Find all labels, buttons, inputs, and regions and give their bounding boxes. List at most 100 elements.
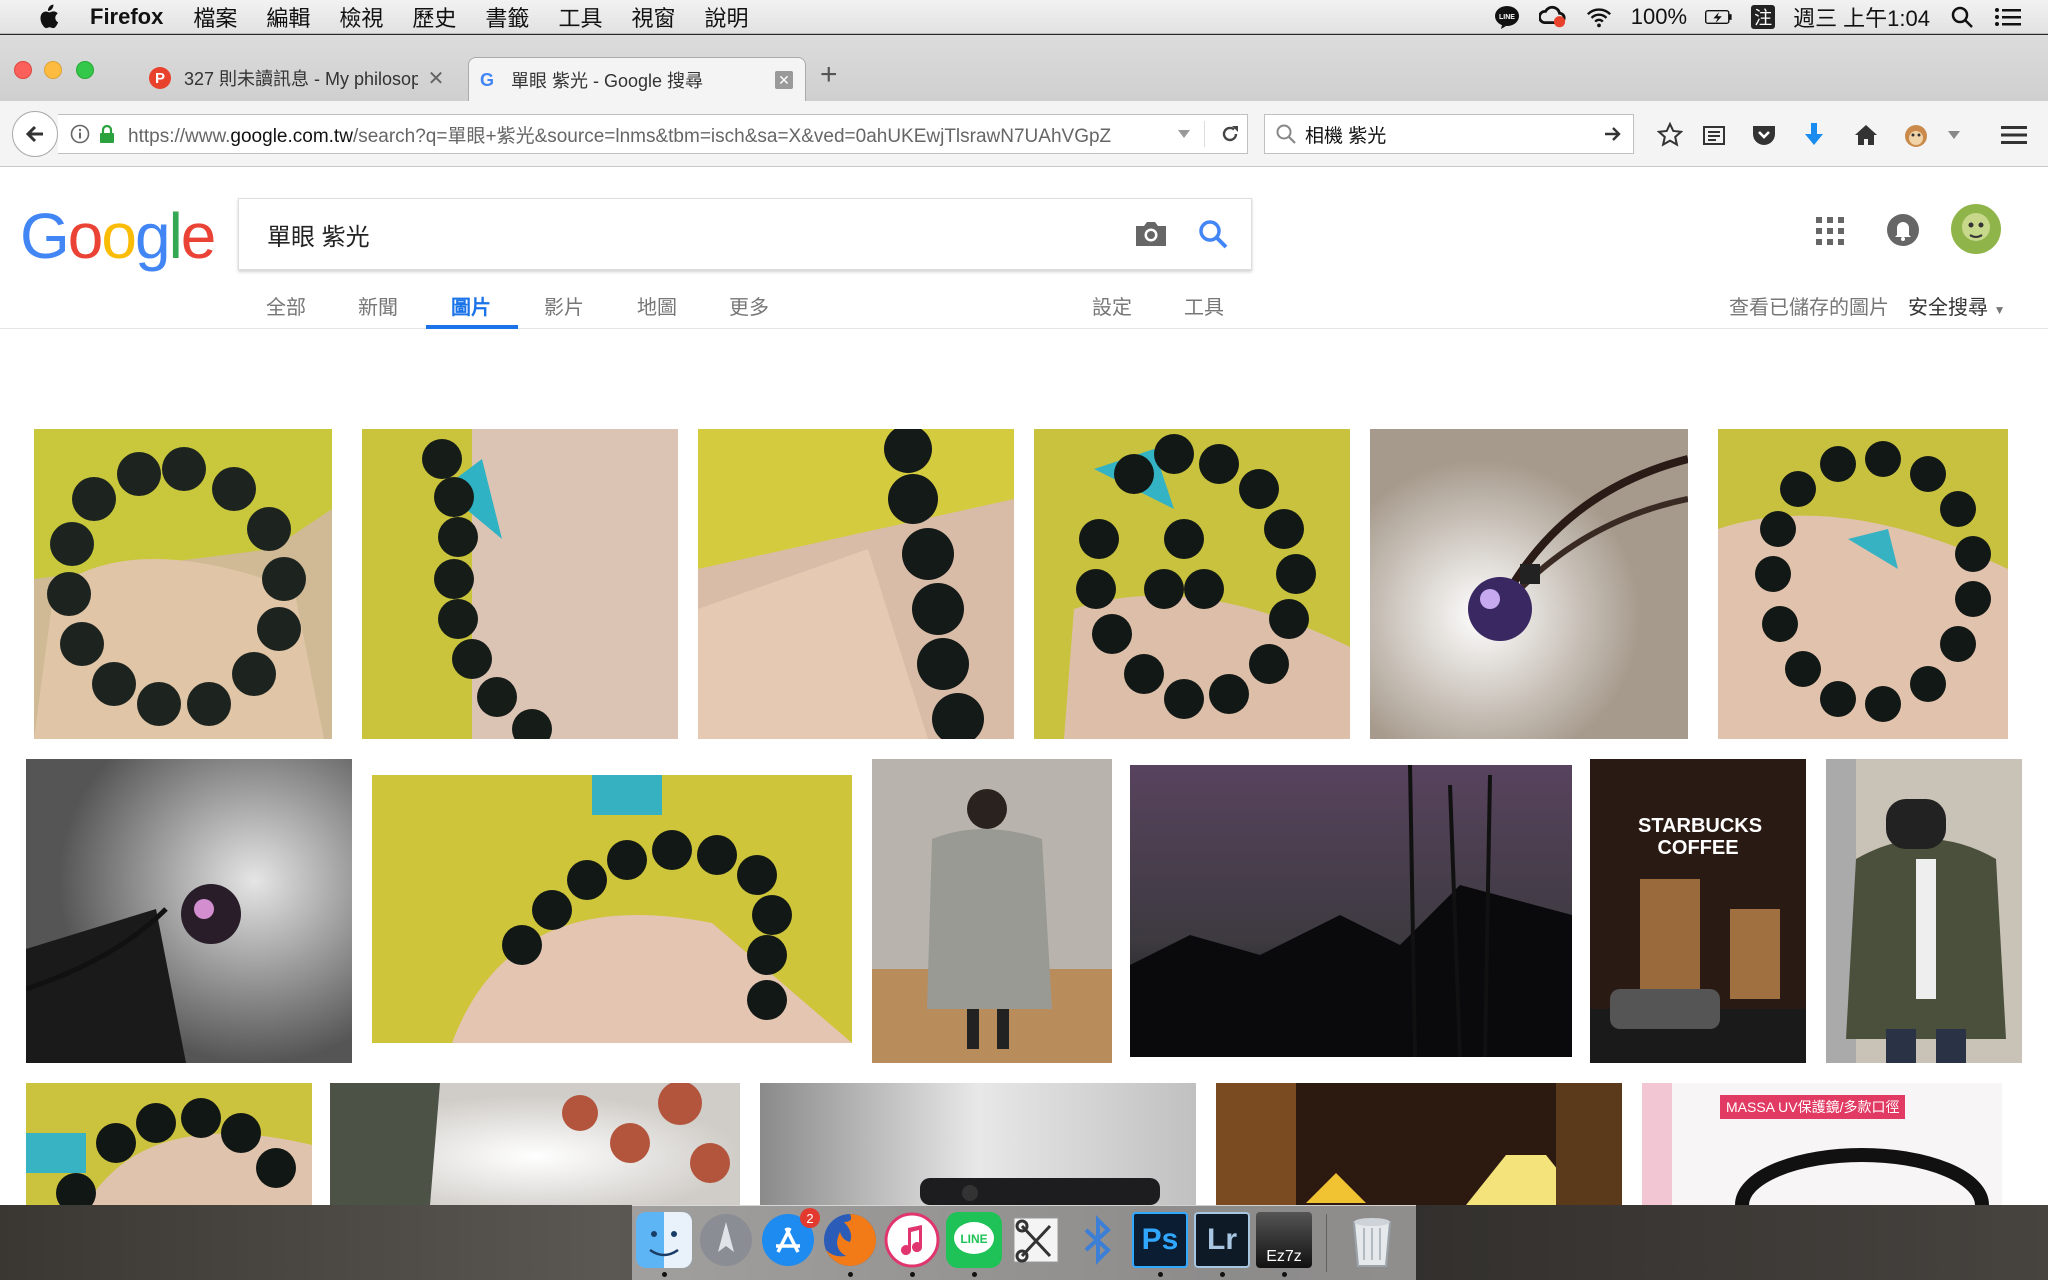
- battery-icon[interactable]: [1705, 3, 1733, 31]
- apple-icon[interactable]: [34, 3, 62, 31]
- monkey-extension-icon[interactable]: [1900, 119, 1932, 151]
- pocket-icon[interactable]: [1748, 119, 1780, 151]
- tab-google-search[interactable]: G 單眼 紫光 - Google 搜尋 ✕: [468, 57, 806, 102]
- line-app-icon[interactable]: LINE: [946, 1212, 1002, 1268]
- notification-center-icon[interactable]: [1994, 3, 2022, 31]
- photoshop-icon[interactable]: Ps: [1132, 1212, 1188, 1268]
- browser-search-bar[interactable]: 相機 紫光: [1264, 114, 1634, 154]
- google-search-box[interactable]: 單眼 紫光: [238, 198, 1252, 270]
- back-button[interactable]: [12, 111, 58, 157]
- download-icon[interactable]: [1798, 119, 1830, 151]
- ez7z-icon[interactable]: Ez7z: [1256, 1212, 1312, 1268]
- image-result[interactable]: [1718, 429, 2008, 739]
- lightroom-icon[interactable]: Lr: [1194, 1212, 1250, 1268]
- saved-images-link[interactable]: 查看已儲存的圖片: [1729, 291, 1889, 320]
- plurk-favicon-icon: P: [148, 66, 172, 90]
- image-result[interactable]: [34, 429, 332, 739]
- browser-search-text[interactable]: 相機 紫光: [1305, 121, 1603, 148]
- apps-grid-icon[interactable]: [1816, 217, 1844, 250]
- zoom-window-button[interactable]: [76, 61, 94, 79]
- camera-icon[interactable]: [1131, 214, 1171, 254]
- go-arrow-icon[interactable]: [1603, 124, 1623, 144]
- image-result[interactable]: [1826, 759, 2022, 1063]
- image-result[interactable]: [362, 429, 678, 739]
- line-status-icon[interactable]: LINE: [1493, 3, 1521, 31]
- image-result[interactable]: [872, 759, 1112, 1063]
- image-result[interactable]: [698, 429, 1014, 739]
- image-result[interactable]: [1216, 1083, 1622, 1205]
- close-tab-icon[interactable]: ✕: [426, 68, 446, 90]
- notifications-bell-icon[interactable]: [1886, 213, 1920, 252]
- tab-plurk[interactable]: P 327 則未讀訊息 - My philosoph ✕: [142, 55, 458, 101]
- tab-videos[interactable]: 影片: [544, 291, 584, 320]
- wifi-icon[interactable]: [1585, 3, 1613, 31]
- url-dropdown-icon[interactable]: [1172, 129, 1196, 139]
- clock[interactable]: 週三 上午1:04: [1793, 1, 1930, 33]
- menu-window[interactable]: 視窗: [631, 1, 675, 33]
- notification-badge: 2: [800, 1208, 820, 1228]
- close-tab-icon[interactable]: ✕: [775, 71, 793, 89]
- image-result[interactable]: [26, 759, 352, 1063]
- tab-all[interactable]: 全部: [266, 291, 306, 320]
- scissors-app-icon[interactable]: [1008, 1212, 1064, 1268]
- finder-icon[interactable]: [636, 1212, 692, 1268]
- image-result[interactable]: [760, 1083, 1196, 1205]
- info-icon[interactable]: [70, 124, 94, 144]
- app-store-icon[interactable]: 2: [760, 1208, 820, 1268]
- creative-cloud-icon[interactable]: [1538, 3, 1567, 31]
- image-result[interactable]: [1130, 765, 1572, 1057]
- itunes-icon[interactable]: [884, 1212, 940, 1268]
- home-icon[interactable]: [1850, 119, 1882, 151]
- new-tab-button[interactable]: +: [820, 60, 838, 90]
- bookmark-star-icon[interactable]: [1654, 119, 1686, 151]
- url-bar[interactable]: https://www.google.com.tw/search?q=單眼+紫光…: [58, 114, 1248, 154]
- image-result[interactable]: [26, 1083, 312, 1205]
- menu-history[interactable]: 歷史: [412, 1, 456, 33]
- search-icon[interactable]: [1193, 214, 1233, 254]
- image-result[interactable]: [1034, 429, 1350, 739]
- bluetooth-icon[interactable]: [1070, 1212, 1126, 1268]
- google-favicon-icon: G: [475, 68, 499, 92]
- input-method-icon[interactable]: 注: [1751, 5, 1776, 29]
- close-window-button[interactable]: [14, 61, 32, 79]
- tab-images[interactable]: 圖片: [451, 291, 491, 320]
- dock: 2 LINE Ps Lr Ez7z: [632, 1205, 1416, 1280]
- hamburger-menu-icon[interactable]: [1998, 119, 2030, 151]
- lock-icon[interactable]: [98, 124, 120, 144]
- menu-edit[interactable]: 編輯: [266, 1, 310, 33]
- avatar[interactable]: [1950, 203, 2002, 260]
- back-arrow-icon: [25, 125, 43, 143]
- image-result[interactable]: [330, 1083, 740, 1205]
- google-search-input[interactable]: 單眼 紫光: [267, 217, 1131, 252]
- menu-file[interactable]: 檔案: [193, 1, 237, 33]
- tab-more[interactable]: 更多: [729, 291, 769, 320]
- google-images-page: Google 單眼 紫光 全部 新聞 圖片 影片 地圖 更多 設定 工具 查看已…: [0, 167, 2048, 1205]
- spotlight-icon[interactable]: [1948, 3, 1976, 31]
- reading-list-icon[interactable]: [1698, 119, 1730, 151]
- url-text: https://www.google.com.tw/search?q=單眼+紫光…: [128, 125, 1112, 147]
- launchpad-icon[interactable]: [698, 1212, 754, 1268]
- tab-maps[interactable]: 地圖: [637, 291, 677, 320]
- reload-icon[interactable]: [1213, 124, 1247, 144]
- image-result[interactable]: MASSA UV保護鏡/多款口徑: [1642, 1083, 2002, 1205]
- settings-link[interactable]: 設定: [1092, 291, 1132, 320]
- menu-tools[interactable]: 工具: [558, 1, 602, 33]
- tools-link[interactable]: 工具: [1184, 291, 1224, 320]
- navigation-toolbar: https://www.google.com.tw/search?q=單眼+紫光…: [0, 101, 2048, 167]
- app-name[interactable]: Firefox: [90, 4, 163, 30]
- image-result[interactable]: [1370, 429, 1688, 739]
- search-icon: [1275, 123, 1297, 145]
- firefox-icon[interactable]: [822, 1212, 878, 1268]
- image-result[interactable]: STARBUCKS COFFEE: [1590, 759, 1806, 1063]
- tab-news[interactable]: 新聞: [358, 291, 398, 320]
- menu-bookmarks[interactable]: 書籤: [485, 1, 529, 33]
- trash-icon[interactable]: [1344, 1212, 1400, 1268]
- extension-dropdown-icon[interactable]: [1938, 119, 1970, 151]
- browser-window: P 327 則未讀訊息 - My philosoph ✕ G 單眼 紫光 - G…: [0, 35, 2048, 1205]
- minimize-window-button[interactable]: [44, 61, 62, 79]
- safe-search-toggle[interactable]: 安全搜尋 ▼: [1908, 291, 2005, 320]
- image-result[interactable]: [372, 775, 852, 1043]
- menu-view[interactable]: 檢視: [339, 1, 383, 33]
- google-logo[interactable]: Google: [20, 199, 216, 273]
- menu-help[interactable]: 說明: [704, 1, 748, 33]
